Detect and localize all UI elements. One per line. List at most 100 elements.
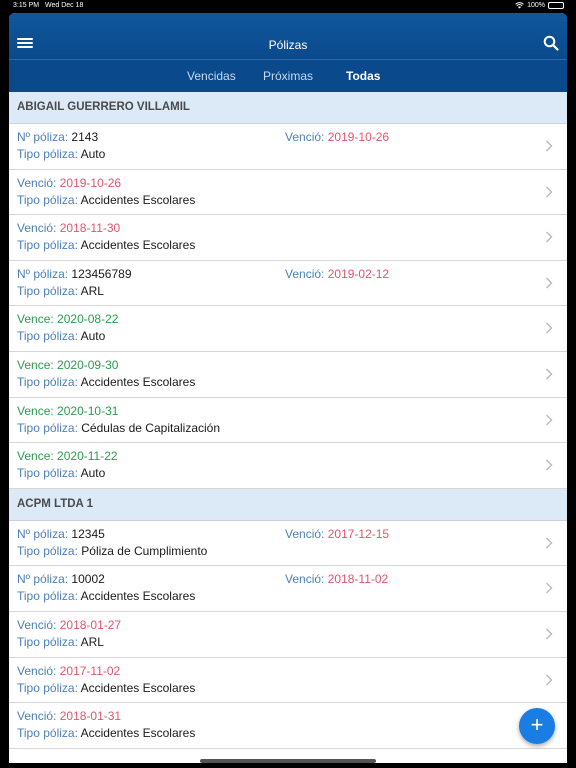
status-date: 2017-12-15 (327, 526, 390, 541)
status-label: Venció: (17, 221, 57, 236)
policy-type-label: Tipo póliza: (17, 543, 78, 558)
add-policy-button[interactable]: + (519, 708, 555, 744)
policy-type: Tipo póliza: Accidentes Escolares (17, 193, 195, 207)
policy-type: Tipo póliza: Cédulas de Capitalización (17, 421, 220, 435)
policy-type: Tipo póliza: Accidentes Escolares (17, 726, 195, 740)
policy-status: Vence: 2020-09-30 (17, 358, 118, 372)
navbar: Pólizas (9, 13, 567, 59)
segmented-tabs: Vencidas Próximas Todas (9, 59, 567, 92)
chevron-right-icon (546, 537, 553, 549)
policy-type: Tipo póliza: Auto (17, 147, 105, 161)
chevron-right-icon (546, 459, 553, 471)
policy-number-value: 2143 (71, 130, 99, 144)
policy-status: Venció: 2018-01-27 (17, 618, 121, 632)
battery-icon (548, 2, 564, 9)
policy-type-label: Tipo póliza: (17, 726, 78, 741)
status-bar: 3:15 PM Wed Dec 18 100% (0, 0, 576, 13)
policy-number-value: 12345 (71, 526, 105, 541)
policy-row[interactable]: Venció: 2018-11-30 Tipo póliza: Accidente… (9, 215, 567, 261)
policy-type-value: Accidentes Escolares (80, 726, 196, 741)
policy-number-value: 123456789 (71, 266, 132, 281)
chevron-right-icon (546, 186, 553, 198)
status-label: Vence: (17, 312, 54, 327)
policy-status: Venció: 2019-02-12 (285, 267, 389, 281)
status-date: 2019-02-12 (327, 266, 390, 281)
policy-type-value: Póliza de Cumplimiento (81, 543, 208, 558)
policy-number: Nº póliza: 2143 (17, 130, 98, 144)
page-title: Pólizas (268, 38, 308, 52)
policy-row[interactable]: Venció: 2018-01-31 Tipo póliza: Accidente… (9, 703, 567, 749)
status-date: 2018-01-27 (59, 617, 122, 632)
policy-type: Tipo póliza: Accidentes Escolares (17, 681, 195, 695)
policy-number-label: Nº póliza: (17, 266, 69, 281)
chevron-right-icon (546, 582, 553, 594)
status-label: Venció: (17, 175, 57, 190)
policy-row[interactable]: Vence: 2020-09-30 Tipo póliza: Accidentes… (9, 351, 567, 398)
status-date: 2019-10-26 (327, 130, 390, 144)
tab-vencidas[interactable]: Vencidas (187, 69, 236, 83)
policy-type-label: Tipo póliza: (17, 147, 78, 161)
policy-type: Tipo póliza: Auto (17, 329, 105, 343)
policy-row[interactable]: Venció: 2017-11-02 Tipo póliza: Accidente… (9, 657, 567, 704)
policy-type-label: Tipo póliza: (17, 329, 78, 344)
policy-type-label: Tipo póliza: (17, 420, 78, 435)
policy-number: Nº póliza: 123456789 (17, 267, 132, 281)
search-icon[interactable] (543, 35, 559, 51)
policy-row[interactable]: Nº póliza: 12345 Venció: 2017-12-15 Tipo p… (9, 520, 567, 567)
policy-number: Nº póliza: 12345 (17, 527, 105, 541)
status-label: Venció: (17, 617, 57, 632)
status-date: 2018-11-02 (327, 572, 389, 587)
wifi-icon (515, 2, 524, 9)
policy-number-label: Nº póliza: (17, 130, 69, 144)
chevron-right-icon (546, 628, 553, 640)
policy-type-label: Tipo póliza: (17, 466, 78, 481)
policy-type-label: Tipo póliza: (17, 283, 78, 298)
tab-proximas[interactable]: Próximas (263, 69, 313, 83)
policy-row[interactable]: Nº póliza: 10002 Venció: 2018-11-02 Tipo p… (9, 566, 567, 612)
policy-type: Tipo póliza: ARL (17, 284, 104, 298)
policy-type-value: Cédulas de Capitalización (81, 420, 221, 435)
policy-type-label: Tipo póliza: (17, 374, 78, 389)
policy-type-label: Tipo póliza: (17, 238, 78, 253)
policy-type-value: Accidentes Escolares (80, 192, 196, 207)
policy-row[interactable]: Nº póliza: 123456789 Venció: 2019-02-12 Ti… (9, 260, 567, 307)
chevron-right-icon (546, 322, 553, 334)
tab-todas[interactable]: Todas (346, 69, 380, 83)
policy-type: Tipo póliza: ARL (17, 635, 104, 649)
policy-row[interactable]: Nº póliza: 2143 Venció: 2019-10-26 Tipo pó… (9, 124, 567, 170)
policy-type: Tipo póliza: Póliza de Cumplimiento (17, 544, 207, 558)
chevron-right-icon (546, 231, 553, 243)
policy-number-value: 10002 (71, 572, 105, 587)
policy-status: Venció: 2017-12-15 (285, 527, 389, 541)
policy-row[interactable]: Vence: 2020-11-22 Tipo póliza: Auto (9, 443, 567, 489)
status-date: 2017-11-02 (59, 663, 121, 678)
policy-row[interactable]: Venció: 2018-01-27 Tipo póliza: ARL (9, 611, 567, 658)
policy-list: ABIGAIL GUERRERO VILLAMIL Nº póliza: 2143… (9, 92, 567, 763)
policy-type-value: Accidentes Escolares (80, 589, 196, 604)
policy-type-value: Accidentes Escolares (80, 680, 196, 695)
status-date: 2020-11-22 (57, 449, 118, 464)
policy-type-value: Auto (80, 147, 106, 161)
policy-status: Vence: 2020-08-22 (17, 312, 118, 326)
policy-row[interactable]: Vence: 2020-08-22 Tipo póliza: Auto (9, 306, 567, 352)
status-date: 2020-10-31 (57, 403, 119, 418)
policy-status: Venció: 2018-01-31 (17, 709, 121, 723)
policy-status: Venció: 2019-10-26 (285, 130, 389, 144)
chevron-right-icon (546, 414, 553, 426)
policy-status: Vence: 2020-11-22 (17, 449, 118, 463)
policy-row[interactable]: Venció: 2019-10-26 Tipo póliza: Accidente… (9, 169, 567, 216)
status-date: 2018-11-30 (59, 221, 121, 236)
status-label: Venció: (285, 526, 325, 541)
policy-status: Venció: 2018-11-30 (17, 221, 120, 235)
policy-type-label: Tipo póliza: (17, 589, 78, 604)
status-label: Venció: (17, 709, 57, 724)
policy-number-label: Nº póliza: (17, 572, 69, 587)
policy-type-value: ARL (80, 634, 104, 649)
section-header: ACPM LTDA 1 (9, 488, 567, 521)
policy-row[interactable]: Vence: 2020-10-31 Tipo póliza: Cédulas de… (9, 397, 567, 444)
chevron-right-icon (546, 674, 553, 686)
policy-type-label: Tipo póliza: (17, 634, 78, 649)
home-indicator (200, 759, 376, 763)
section-header: ABIGAIL GUERRERO VILLAMIL (9, 92, 567, 124)
status-label: Venció: (17, 663, 57, 678)
